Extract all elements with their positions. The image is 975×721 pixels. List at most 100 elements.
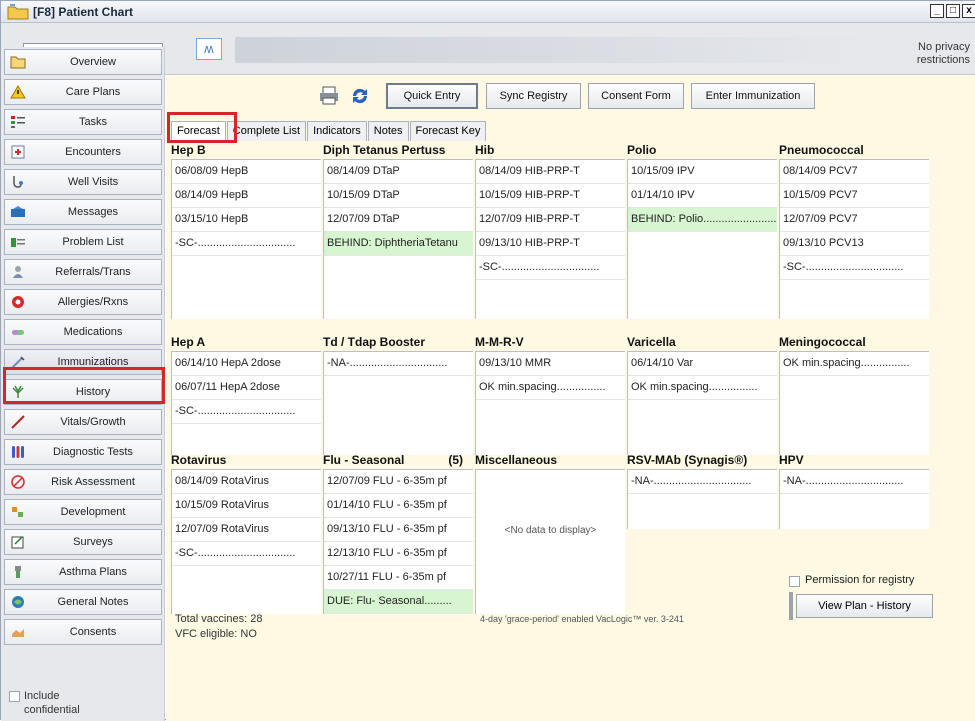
sidebar-item-overview[interactable]: Overview xyxy=(4,49,162,75)
sidebar-item-label: Development xyxy=(60,506,126,518)
sidebar-item-vitals[interactable]: Vitals/Growth xyxy=(4,409,162,435)
vaccine-mmrv: M-M-R-V 09/13/10 MMR OK min.spacing.....… xyxy=(475,335,625,455)
dose-row[interactable]: 10/15/09 IPV xyxy=(628,160,777,184)
tab-forecast-key[interactable]: Forecast Key xyxy=(409,121,487,141)
vaccine-dtp: Diph Tetanus Pertuss 08/14/09 DTaP 10/15… xyxy=(323,143,473,319)
sync-registry-button[interactable]: Sync Registry xyxy=(486,83,581,109)
risk-icon xyxy=(5,470,31,494)
dose-row-behind[interactable]: BEHIND: Polio........................ xyxy=(628,208,777,232)
dose-row[interactable]: -SC-................................ xyxy=(172,542,321,566)
dose-row[interactable]: 09/13/10 PCV13 xyxy=(780,232,929,256)
dose-row[interactable]: 12/07/09 DTaP xyxy=(324,208,473,232)
sidebar-item-well-visits[interactable]: Well Visits xyxy=(4,169,162,195)
immunizations-highlight xyxy=(3,367,165,404)
dose-row[interactable]: 08/14/09 HepB xyxy=(172,184,321,208)
sidebar-item-label: General Notes xyxy=(57,596,129,608)
dose-row[interactable]: 10/27/11 FLU - 6-35m pf xyxy=(324,566,473,590)
dose-row[interactable]: 10/15/09 HIB-PRP-T xyxy=(476,184,625,208)
dose-row[interactable]: -NA-................................ xyxy=(628,470,777,494)
sidebar-item-consents[interactable]: Consents xyxy=(4,619,162,645)
sidebar-item-care-plans[interactable]: Care Plans xyxy=(4,79,162,105)
dose-row-due[interactable]: DUE: Flu- Seasonal......... xyxy=(324,590,473,614)
dose-row[interactable]: 08/14/09 DTaP xyxy=(324,160,473,184)
sidebar-item-diagnostic-tests[interactable]: Diagnostic Tests xyxy=(4,439,162,465)
view-plan-grip xyxy=(789,592,793,620)
refresh-icon[interactable] xyxy=(348,85,372,107)
dose-row[interactable]: 12/07/09 RotaVirus xyxy=(172,518,321,542)
vaccine-title: Hib xyxy=(475,143,625,159)
dose-row[interactable]: 06/08/09 HepB xyxy=(172,160,321,184)
folder-icon xyxy=(5,50,31,74)
totals: Total vaccines: 28 VFC eligible: NO xyxy=(175,612,262,642)
dose-row[interactable]: 09/13/10 MMR xyxy=(476,352,625,376)
sidebar-item-surveys[interactable]: Surveys xyxy=(4,529,162,555)
dose-row[interactable]: 09/13/10 HIB-PRP-T xyxy=(476,232,625,256)
printer-icon[interactable] xyxy=(317,85,341,107)
sidebar-item-label: Surveys xyxy=(73,536,113,548)
consent-form-button[interactable]: Consent Form xyxy=(588,83,684,109)
sidebar: Overview Care Plans Tasks Encounters Wel… xyxy=(1,47,165,721)
sidebar-item-asthma-plans[interactable]: Asthma Plans xyxy=(4,559,162,585)
dose-row[interactable]: 12/07/09 FLU - 6-35m pf xyxy=(324,470,473,494)
include-conf-line-1: Include xyxy=(24,690,60,702)
dose-row[interactable]: -SC-................................ xyxy=(780,256,929,280)
dose-row[interactable]: 01/14/10 IPV xyxy=(628,184,777,208)
sidebar-item-encounters[interactable]: Encounters xyxy=(4,139,162,165)
sidebar-item-general-notes[interactable]: General Notes xyxy=(4,589,162,615)
include-confidential-checkbox[interactable] xyxy=(9,691,20,702)
sidebar-item-problem-list[interactable]: Problem List xyxy=(4,229,162,255)
dose-row[interactable]: -SC-................................ xyxy=(172,400,321,424)
permission-registry-checkbox[interactable] xyxy=(789,576,800,587)
sidebar-item-label: Diagnostic Tests xyxy=(53,446,133,458)
sidebar-item-medications[interactable]: Medications xyxy=(4,319,162,345)
dose-row[interactable]: 06/14/10 HepA 2dose xyxy=(172,352,321,376)
sidebar-item-risk-assessment[interactable]: Risk Assessment xyxy=(4,469,162,495)
dose-row[interactable]: 09/13/10 FLU - 6-35m pf xyxy=(324,518,473,542)
dose-row[interactable]: OK min.spacing................ xyxy=(780,352,929,376)
dose-row[interactable]: -SC-................................ xyxy=(172,232,321,256)
dose-row[interactable]: -NA-................................ xyxy=(780,470,929,494)
dose-row[interactable]: OK min.spacing................ xyxy=(476,376,625,400)
permission-registry[interactable]: Permission for registry xyxy=(789,574,914,587)
dose-row[interactable]: 10/15/09 PCV7 xyxy=(780,184,929,208)
maximize-button[interactable]: □ xyxy=(946,4,960,18)
dose-row[interactable]: 08/14/09 RotaVirus xyxy=(172,470,321,494)
dose-row[interactable]: 10/15/09 RotaVirus xyxy=(172,494,321,518)
close-button[interactable]: x xyxy=(962,4,975,18)
include-confidential[interactable]: Include confidential xyxy=(9,689,80,717)
dose-row[interactable]: OK min.spacing................ xyxy=(628,376,777,400)
dose-row[interactable]: 01/14/10 FLU - 6-35m pf xyxy=(324,494,473,518)
dose-row[interactable]: 03/15/10 HepB xyxy=(172,208,321,232)
dose-row-behind[interactable]: BEHIND: DiphtheriaTetanu xyxy=(324,232,473,256)
sidebar-item-development[interactable]: Development xyxy=(4,499,162,525)
quick-entry-button[interactable]: Quick Entry xyxy=(386,83,478,109)
vaccine-flu-seasonal: Flu - Seasonal (5) 12/07/09 FLU - 6-35m … xyxy=(323,453,473,614)
sidebar-item-tasks[interactable]: Tasks xyxy=(4,109,162,135)
dose-row[interactable]: 06/14/10 Var xyxy=(628,352,777,376)
dose-row[interactable]: 12/07/09 HIB-PRP-T xyxy=(476,208,625,232)
dose-row[interactable]: 08/14/09 HIB-PRP-T xyxy=(476,160,625,184)
patient-chart-window: [F8] Patient Chart _ □ x ʍ No privacy re… xyxy=(0,0,975,721)
notes-icon xyxy=(5,590,31,614)
dose-list: -NA-................................ xyxy=(627,469,777,529)
dose-row[interactable]: 12/13/10 FLU - 6-35m pf xyxy=(324,542,473,566)
vaccine-name: Hib xyxy=(475,143,495,157)
tab-complete-list[interactable]: Complete List xyxy=(226,121,307,141)
dose-row[interactable]: 08/14/09 PCV7 xyxy=(780,160,929,184)
dose-row[interactable]: -SC-................................ xyxy=(476,256,625,280)
dose-row[interactable]: 06/07/11 HepA 2dose xyxy=(172,376,321,400)
tab-indicators[interactable]: Indicators xyxy=(307,121,367,141)
tab-notes[interactable]: Notes xyxy=(367,121,409,141)
dose-list: -NA-................................ xyxy=(323,351,473,455)
vaccine-hib: Hib 08/14/09 HIB-PRP-T 10/15/09 HIB-PRP-… xyxy=(475,143,625,319)
dose-row[interactable]: -NA-................................ xyxy=(324,352,473,376)
dose-row[interactable]: 12/07/09 PCV7 xyxy=(780,208,929,232)
empty-message: <No data to display> xyxy=(504,524,597,536)
view-plan-history-button[interactable]: View Plan - History xyxy=(796,594,933,618)
sidebar-item-allergies[interactable]: Allergies/Rxns xyxy=(4,289,162,315)
sidebar-item-messages[interactable]: Messages xyxy=(4,199,162,225)
dose-row[interactable]: 10/15/09 DTaP xyxy=(324,184,473,208)
sidebar-item-referrals[interactable]: Referrals/Trans xyxy=(4,259,162,285)
minimize-button[interactable]: _ xyxy=(930,4,944,18)
enter-immunization-button[interactable]: Enter Immunization xyxy=(691,83,815,109)
